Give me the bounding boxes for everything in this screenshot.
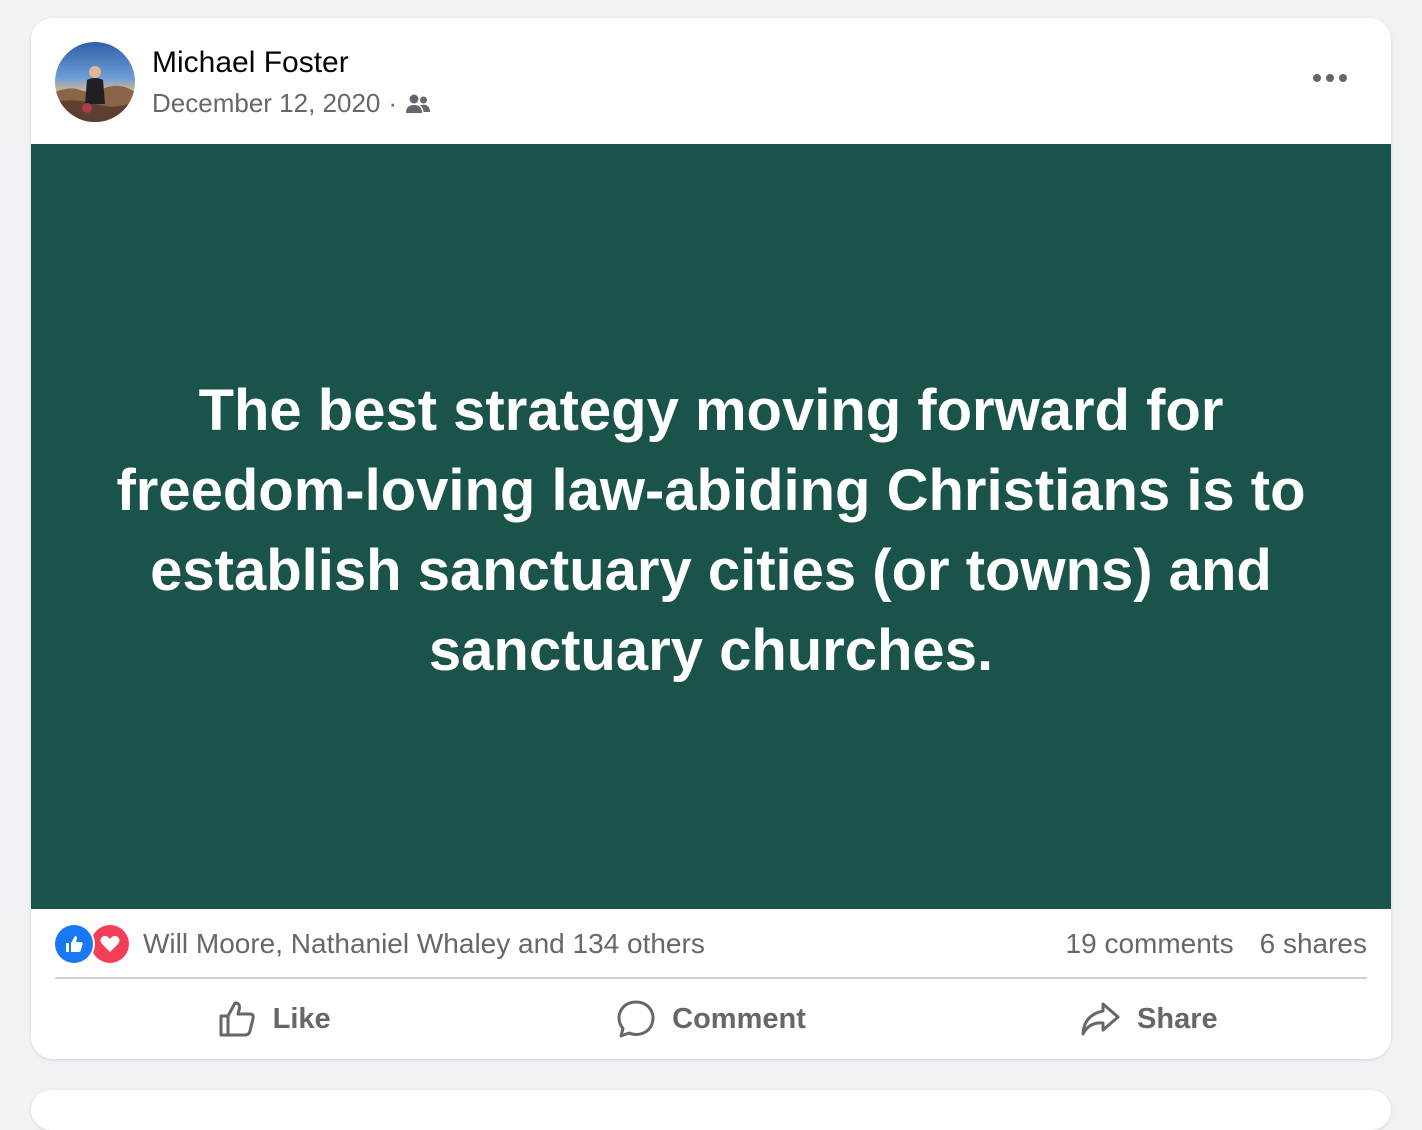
meta-separator: · (388, 88, 398, 118)
text-post-banner[interactable]: The best strategy moving forward for fre… (31, 144, 1391, 909)
author-avatar[interactable] (55, 42, 135, 122)
share-button[interactable]: Share (930, 984, 1367, 1054)
like-button[interactable]: Like (55, 984, 492, 1054)
post-date[interactable]: December 12, 2020 (152, 88, 380, 119)
reaction-icons[interactable] (55, 925, 133, 963)
post-text: The best strategy moving forward for fre… (116, 377, 1306, 683)
post-actions: Like Comment Share (55, 984, 1367, 1054)
comments-count[interactable]: 19 comments (1066, 928, 1234, 960)
author-name[interactable]: Michael Foster (152, 46, 349, 80)
actions-divider (55, 977, 1367, 979)
comment-button[interactable]: Comment (492, 984, 929, 1054)
friends-icon[interactable] (405, 93, 431, 115)
post-header: Michael Foster December 12, 2020 · (31, 18, 1391, 144)
next-post-card (31, 1090, 1391, 1130)
like-label: Like (272, 1002, 331, 1035)
more-options-icon (1313, 74, 1347, 82)
reactors-summary[interactable]: Will Moore, Nathaniel Whaley and 134 oth… (143, 928, 705, 960)
engagement-counts: 19 comments 6 shares (1066, 928, 1367, 960)
post-card: Michael Foster December 12, 2020 · The b… (31, 18, 1391, 1059)
share-label: Share (1137, 1002, 1218, 1035)
like-reaction-icon (55, 925, 93, 963)
more-options-button[interactable] (1305, 60, 1355, 96)
thumbs-up-icon (219, 1001, 255, 1037)
comment-label: Comment (672, 1002, 806, 1035)
shares-count[interactable]: 6 shares (1260, 928, 1367, 960)
post-meta: December 12, 2020 · (152, 88, 431, 119)
love-reaction-icon (91, 925, 129, 963)
share-arrow-icon (1081, 1002, 1120, 1036)
reactions-summary-row: Will Moore, Nathaniel Whaley and 134 oth… (55, 920, 1367, 968)
comment-bubble-icon (617, 1000, 655, 1038)
avatar-photo-icon (55, 42, 135, 122)
